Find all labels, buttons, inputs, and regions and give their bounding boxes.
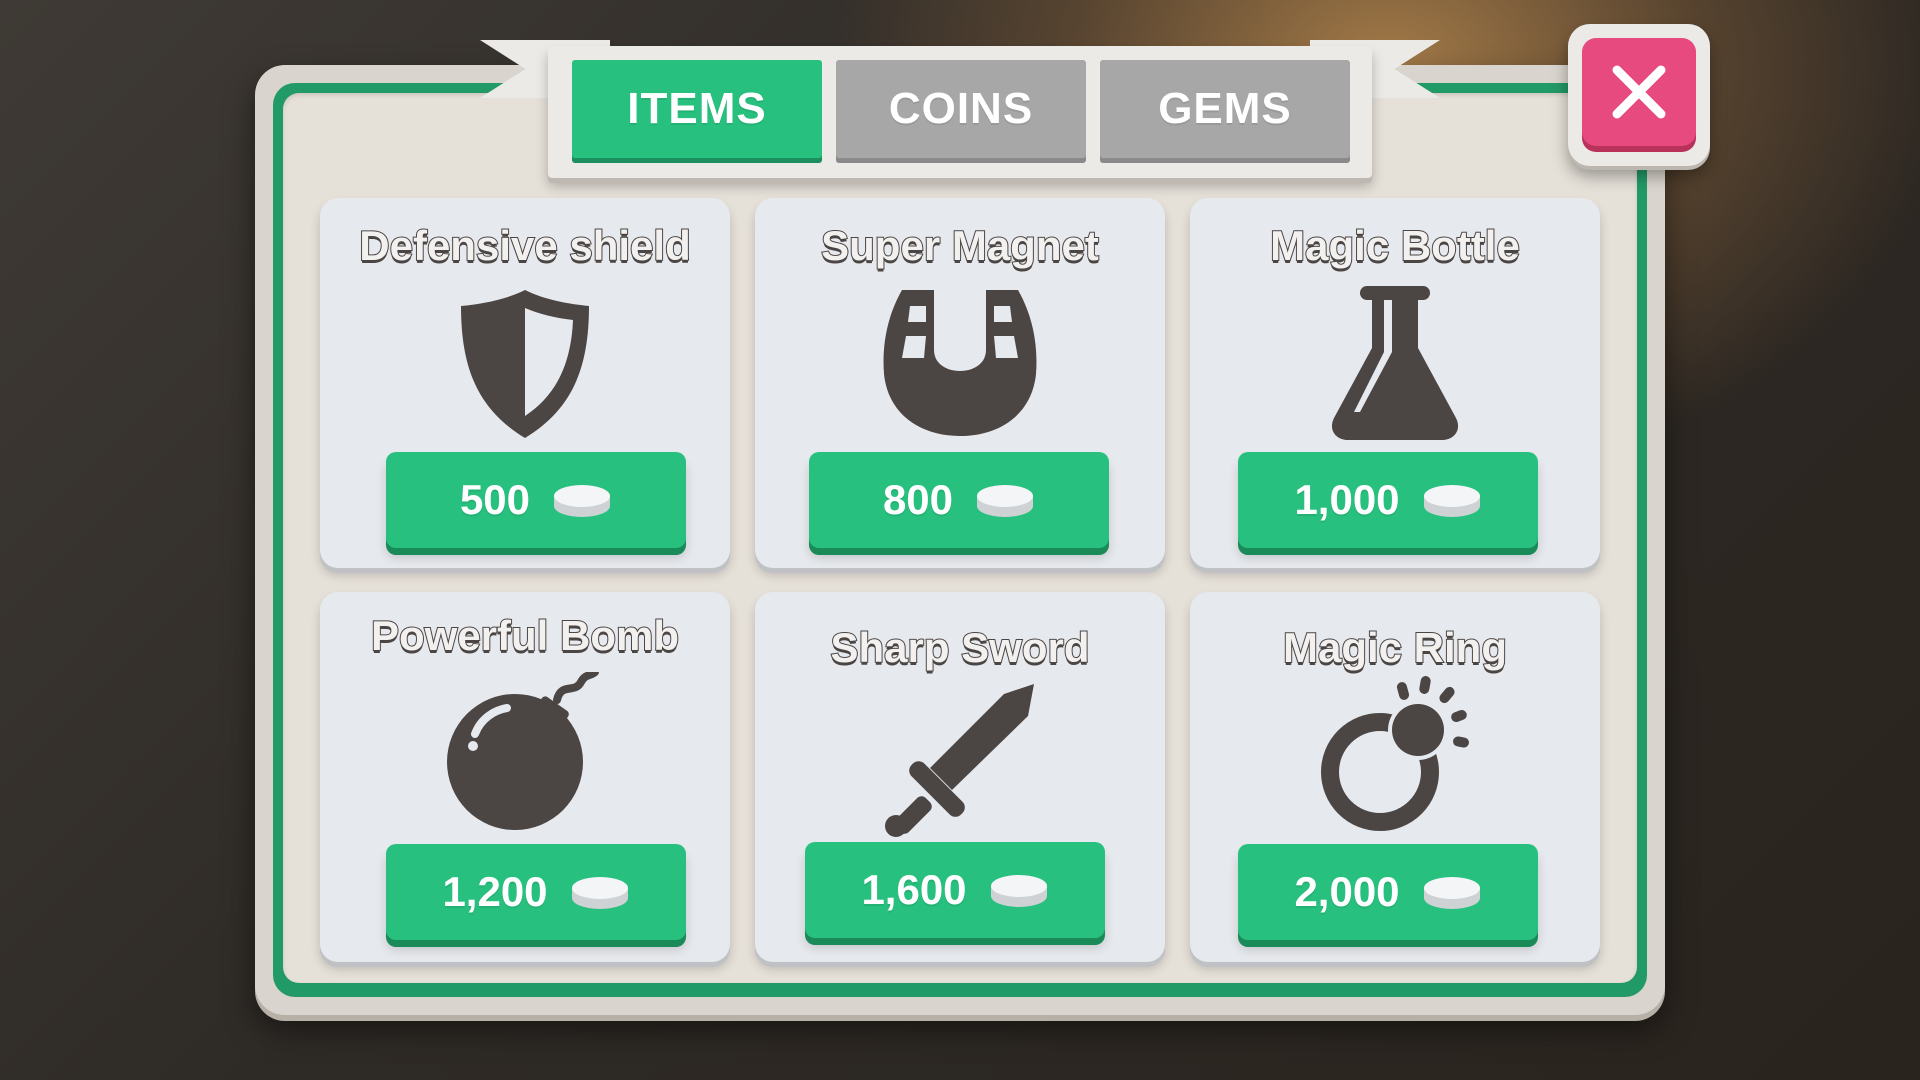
- ring-icon: [1321, 676, 1469, 831]
- tab-gems[interactable]: GEMS: [1100, 60, 1350, 158]
- close-icon: [1612, 65, 1666, 119]
- tab-coins[interactable]: COINS: [836, 60, 1086, 158]
- buy-button-shield[interactable]: 500: [386, 452, 686, 548]
- flask-icon: [1331, 286, 1459, 440]
- coin-stack-icon: [1423, 485, 1480, 517]
- item-card-bottle: Magic Bottle 1,000: [1190, 198, 1600, 568]
- coin-stack-icon: [990, 875, 1047, 907]
- close-button-face: [1582, 38, 1696, 146]
- buy-button-magnet[interactable]: 800: [809, 452, 1109, 548]
- item-card-sword: Sharp Sword 1,600: [755, 592, 1165, 962]
- buy-button-bottle[interactable]: 1,000: [1238, 452, 1538, 548]
- price-label: 500: [459, 476, 531, 523]
- price-label: 1,600: [861, 866, 967, 913]
- tab-items-label: ITEMS: [627, 84, 767, 133]
- coin-stack-icon: [977, 485, 1034, 517]
- item-title: Magic Bottle: [1269, 221, 1521, 270]
- close-button[interactable]: [1568, 24, 1710, 166]
- tab-gems-label: GEMS: [1158, 84, 1292, 133]
- item-title: Defensive shield: [358, 221, 691, 270]
- item-title: Sharp Sword: [829, 623, 1090, 672]
- shield-icon: [461, 290, 589, 438]
- price-label: 2,000: [1294, 868, 1400, 915]
- item-card-shield: Defensive shield 500: [320, 198, 730, 568]
- magnet-icon: [883, 290, 1037, 436]
- item-title: Magic Ring: [1282, 623, 1508, 672]
- item-title: Super Magnet: [820, 221, 1100, 270]
- price-label: 1,200: [442, 868, 548, 915]
- sword-icon: [885, 684, 1034, 837]
- tab-coins-label: COINS: [888, 84, 1034, 133]
- item-title: Powerful Bomb: [370, 611, 680, 660]
- tab-items[interactable]: ITEMS: [572, 60, 822, 158]
- price-label: 1,000: [1294, 476, 1400, 523]
- coin-stack-icon: [1423, 877, 1480, 909]
- bomb-icon: [447, 672, 599, 830]
- buy-button-ring[interactable]: 2,000: [1238, 844, 1538, 940]
- item-card-bomb: Powerful Bomb 1,200: [320, 592, 730, 962]
- coin-stack-icon: [554, 485, 611, 517]
- buy-button-sword[interactable]: 1,600: [805, 842, 1105, 938]
- item-card-magnet: Super Magnet 800: [755, 198, 1165, 568]
- coin-stack-icon: [571, 877, 628, 909]
- tab-bar: ITEMS COINS GEMS: [548, 46, 1372, 178]
- buy-button-bomb[interactable]: 1,200: [386, 844, 686, 940]
- price-label: 800: [882, 476, 954, 523]
- item-card-ring: Magic Ring 2,000: [1190, 592, 1600, 962]
